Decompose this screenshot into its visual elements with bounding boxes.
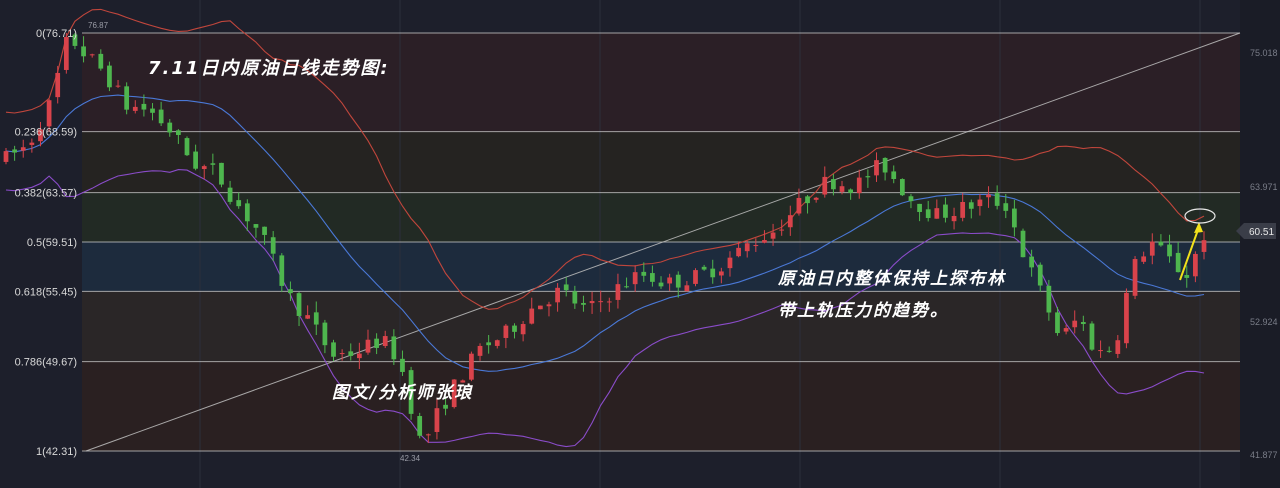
candle-54 — [469, 351, 474, 382]
right-axis-tick-1: 63.971 — [1250, 182, 1278, 192]
candle-104 — [899, 178, 905, 197]
fib-label-4: 0.618(55.45) — [15, 286, 77, 298]
right-axis-tick-0: 75.018 — [1250, 48, 1278, 58]
candle-12 — [107, 61, 112, 92]
candle-130 — [1124, 288, 1129, 349]
candle-21 — [184, 136, 190, 157]
candle-126 — [1089, 321, 1095, 351]
trend-annotation-line1: 原油日内整体保持上探布林 — [777, 269, 1007, 289]
right-axis-tick-2: 52.924 — [1250, 317, 1278, 327]
low-price-label: 42.34 — [400, 454, 421, 463]
candle-14 — [124, 82, 130, 115]
fib-label-3: 0.5(59.51) — [27, 237, 77, 249]
fib-label-2: 0.382(63.57) — [15, 188, 77, 200]
current-price-badge: 60.51 — [1236, 223, 1276, 239]
author-annotation: 图文/分析师张琅 — [332, 383, 473, 403]
high-price-label: 76.87 — [88, 21, 109, 30]
chart-canvas: 0(76.71) 0.236(68.59) 0.382(63.57) 0.5(59.5… — [0, 0, 1280, 488]
candle-25 — [219, 162, 224, 188]
candle-131 — [1132, 256, 1138, 300]
current-price-text: 60.51 — [1249, 227, 1274, 238]
candle-118 — [1020, 228, 1026, 258]
fib-label-6: 1(42.31) — [36, 446, 77, 458]
fib-label-5: 0.786(49.67) — [15, 357, 77, 369]
candle-48 — [417, 412, 423, 439]
chart-title: 7.11日内原油日线走势图: — [148, 58, 390, 79]
trend-annotation-line2: 带上轨压力的趋势。 — [778, 301, 949, 321]
candlestick-chart: 0(76.71) 0.236(68.59) 0.382(63.57) 0.5(59.5… — [0, 0, 1280, 488]
candle-62 — [537, 305, 543, 310]
candle-80 — [693, 268, 698, 287]
right-axis-tick-3: 41.877 — [1250, 450, 1278, 460]
fib-label-1: 0.236(68.59) — [15, 127, 77, 139]
fib-label-0: 0(76.71) — [36, 28, 77, 40]
